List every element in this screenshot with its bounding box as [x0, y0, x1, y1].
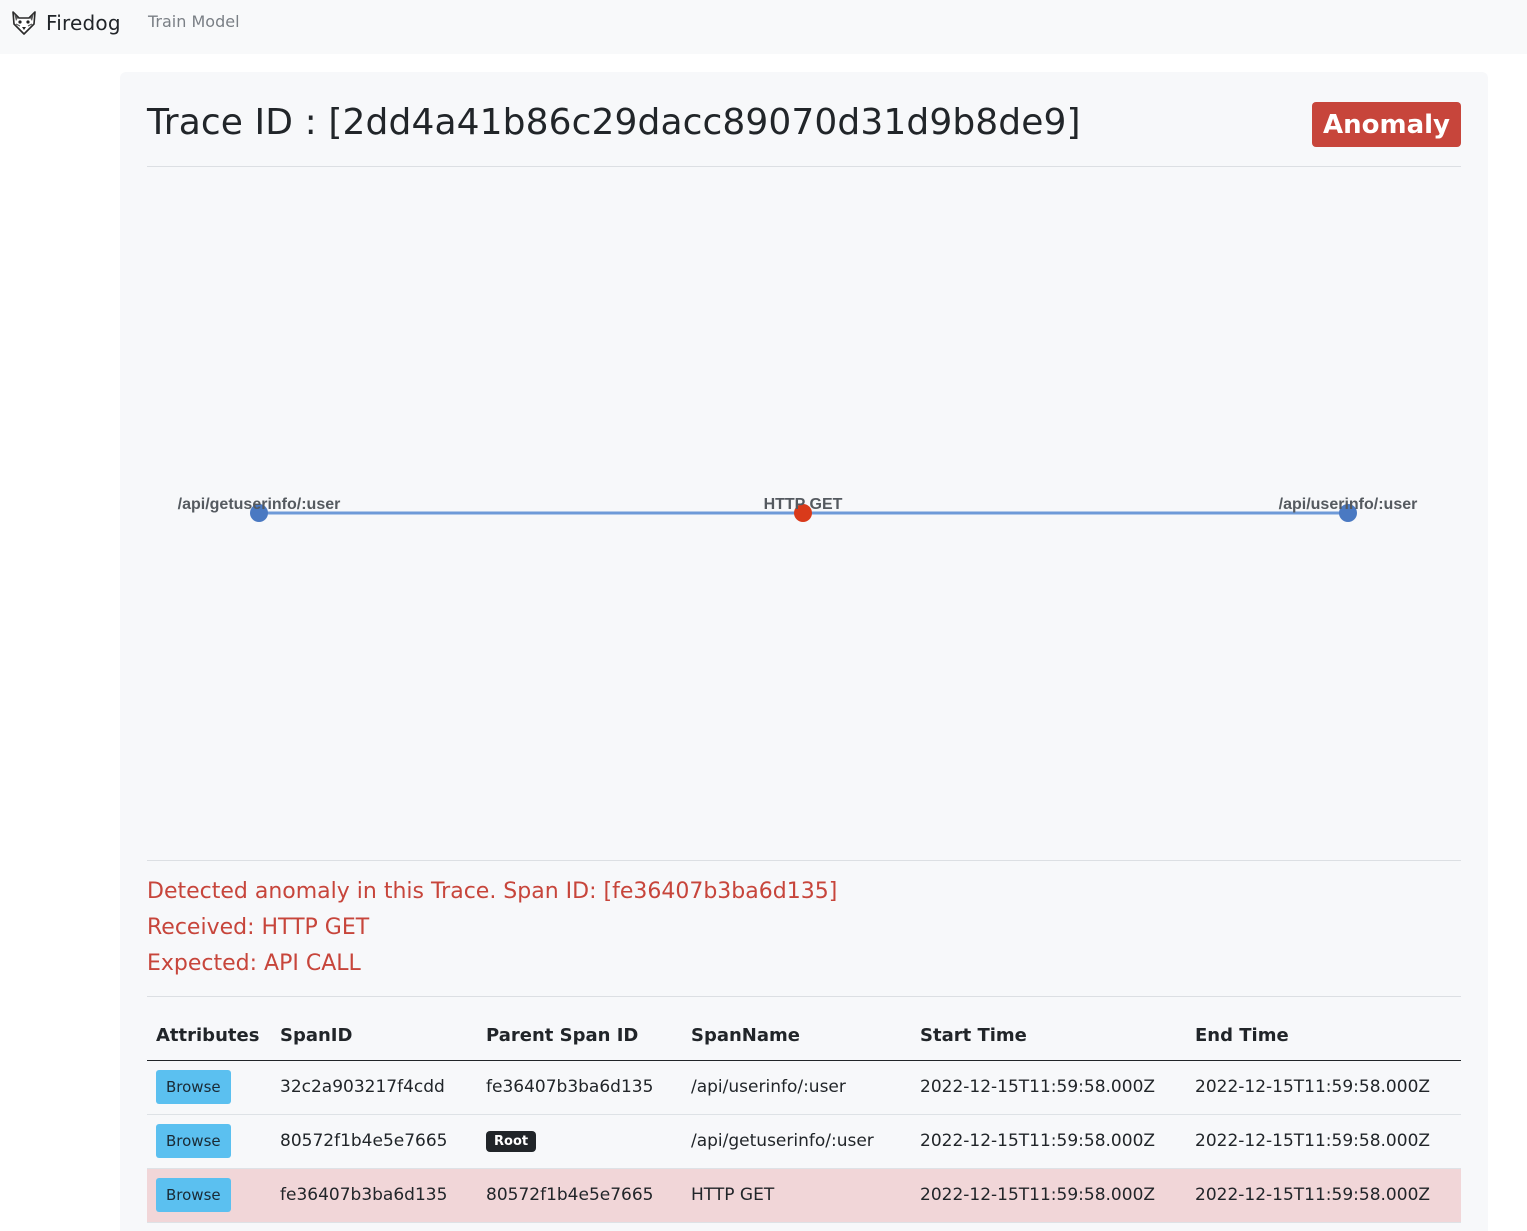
- table-header-row: Attributes SpanID Parent Span ID SpanNam…: [147, 1012, 1461, 1061]
- span-name-cell: /api/userinfo/:user: [682, 1060, 911, 1115]
- graph-node-label: /api/userinfo/:user: [1279, 496, 1418, 513]
- browse-button[interactable]: Browse: [156, 1178, 231, 1212]
- column-header-spanname: SpanName: [682, 1012, 911, 1061]
- divider: [147, 996, 1461, 997]
- brand-link[interactable]: Firedog: [10, 8, 121, 38]
- span-id-cell: 80572f1b4e5e7665: [271, 1114, 477, 1169]
- parent-span-id-cell: 80572f1b4e5e7665: [477, 1168, 682, 1223]
- trace-graph[interactable]: /api/getuserinfo/:user HTTP GET /api/use…: [147, 182, 1461, 852]
- table-row-anomaly: Browse fe36407b3ba6d135 80572f1b4e5e7665…: [147, 1168, 1461, 1223]
- start-time-cell: 2022-12-15T11:59:58.000Z: [911, 1168, 1186, 1223]
- end-time-cell: 2022-12-15T11:59:58.000Z: [1186, 1168, 1461, 1223]
- graph-node-label: HTTP GET: [764, 496, 843, 513]
- spans-table: Attributes SpanID Parent Span ID SpanNam…: [147, 1012, 1461, 1223]
- parent-span-id-cell: fe36407b3ba6d135: [477, 1060, 682, 1115]
- span-id-cell: 32c2a903217f4cdd: [271, 1060, 477, 1115]
- column-header-spanid: SpanID: [271, 1012, 477, 1061]
- divider: [147, 166, 1461, 167]
- navbar: Firedog Train Model: [0, 0, 1527, 54]
- status-badge: Anomaly: [1312, 102, 1461, 147]
- column-header-end-time: End Time: [1186, 1012, 1461, 1061]
- nav-link-train-model[interactable]: Train Model: [148, 12, 240, 31]
- graph-node-label: /api/getuserinfo/:user: [178, 496, 341, 513]
- start-time-cell: 2022-12-15T11:59:58.000Z: [911, 1114, 1186, 1169]
- anomaly-received-text: Received: HTTP GET: [147, 915, 370, 940]
- table-row: Browse 80572f1b4e5e7665 Root /api/getuse…: [147, 1114, 1461, 1169]
- table-row: Browse 32c2a903217f4cdd fe36407b3ba6d135…: [147, 1060, 1461, 1115]
- divider: [147, 860, 1461, 861]
- anomaly-detected-text: Detected anomaly in this Trace. Span ID:…: [147, 879, 838, 904]
- parent-span-id-cell: Root: [477, 1114, 682, 1169]
- fox-logo-icon: [12, 11, 36, 35]
- start-time-cell: 2022-12-15T11:59:58.000Z: [911, 1060, 1186, 1115]
- span-name-cell: /api/getuserinfo/:user: [682, 1114, 911, 1169]
- attributes-cell: Browse: [147, 1114, 271, 1169]
- brand-name: Firedog: [46, 11, 121, 35]
- span-name-cell: HTTP GET: [682, 1168, 911, 1223]
- end-time-cell: 2022-12-15T11:59:58.000Z: [1186, 1060, 1461, 1115]
- column-header-start-time: Start Time: [911, 1012, 1186, 1061]
- column-header-parent-span-id: Parent Span ID: [477, 1012, 682, 1061]
- browse-button[interactable]: Browse: [156, 1070, 231, 1104]
- root-badge: Root: [486, 1131, 537, 1152]
- attributes-cell: Browse: [147, 1168, 271, 1223]
- column-header-attributes: Attributes: [147, 1012, 271, 1061]
- trace-card: Trace ID : [2dd4a41b86c29dacc89070d31d9b…: [120, 72, 1488, 1231]
- end-time-cell: 2022-12-15T11:59:58.000Z: [1186, 1114, 1461, 1169]
- anomaly-expected-text: Expected: API CALL: [147, 951, 361, 976]
- attributes-cell: Browse: [147, 1060, 271, 1115]
- span-id-cell: fe36407b3ba6d135: [271, 1168, 477, 1223]
- browse-button[interactable]: Browse: [156, 1124, 231, 1158]
- page-title: Trace ID : [2dd4a41b86c29dacc89070d31d9b…: [147, 102, 1081, 143]
